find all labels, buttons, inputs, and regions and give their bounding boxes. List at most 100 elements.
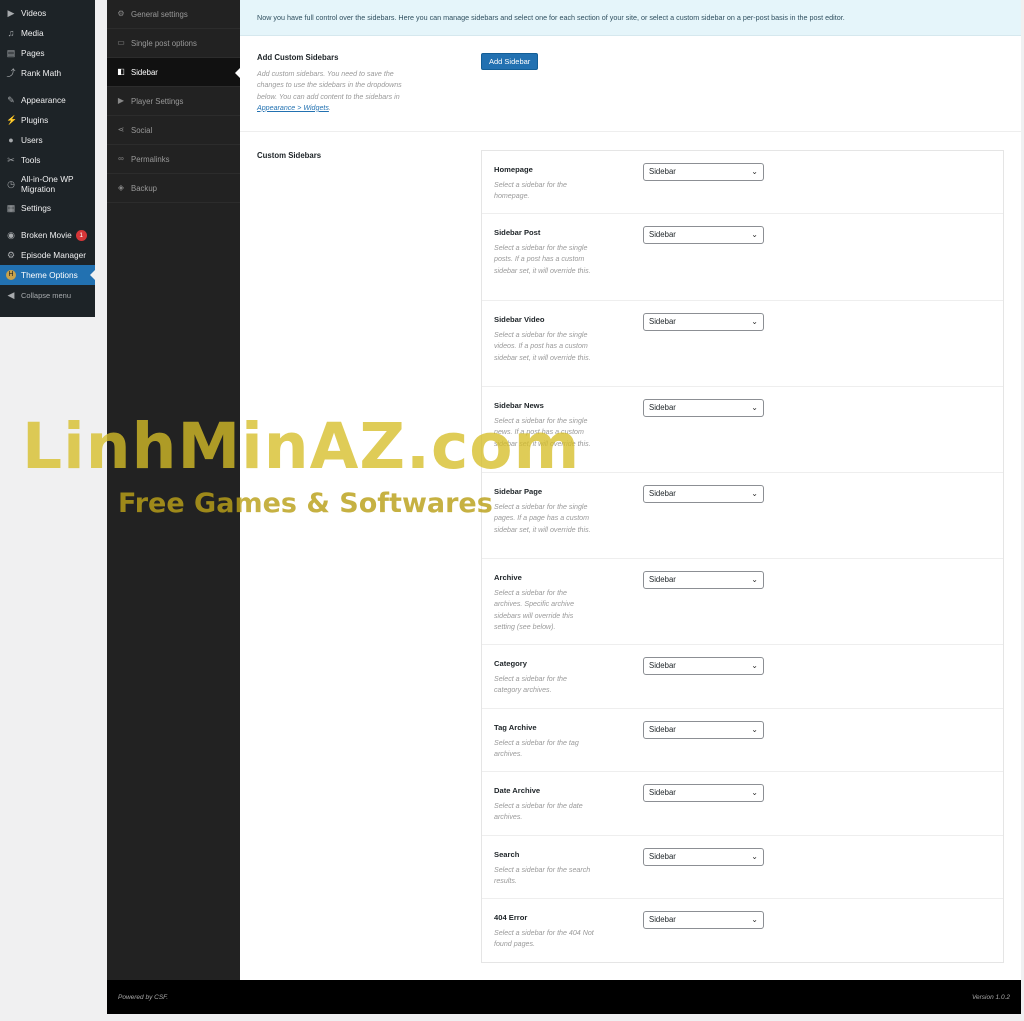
- sidebar-row-tag-archive: Tag Archive Select a sidebar for the tag…: [482, 709, 1003, 772]
- menu-item-videos[interactable]: ▶ Videos: [0, 3, 95, 23]
- tag-archive-sidebar-select[interactable]: Sidebar ⌄: [643, 721, 764, 739]
- search-sidebar-select[interactable]: Sidebar ⌄: [643, 848, 764, 866]
- nav-item-permalinks[interactable]: ∞ Permalinks: [107, 145, 240, 174]
- shield-icon: ◈: [117, 183, 125, 192]
- appearance-icon: ✎: [7, 95, 15, 105]
- custom-sidebars-list: Homepage Select a sidebar for the homepa…: [481, 150, 1004, 963]
- menu-item-plugins[interactable]: ⚡ Plugins: [0, 110, 95, 130]
- row-description: Select a sidebar for the single posts. I…: [494, 244, 591, 275]
- sidebar-page-select[interactable]: Sidebar ⌄: [643, 485, 764, 503]
- row-description: Select a sidebar for the category archiv…: [494, 675, 567, 695]
- row-title: Archive: [494, 573, 522, 582]
- wp-admin-menu: ▶ Videos ♫ Media ▤ Pages ⤴ Rank Math ✎ Appear…: [0, 0, 95, 317]
- sidebar-row-homepage: Homepage Select a sidebar for the homepa…: [482, 151, 1003, 214]
- settings-icon: ▦: [6, 203, 16, 213]
- menu-item-media[interactable]: ♫ Media: [0, 23, 95, 43]
- nav-item-backup[interactable]: ◈ Backup: [107, 174, 240, 203]
- sidebar-post-select[interactable]: Sidebar ⌄: [643, 226, 764, 244]
- sidebar-news-select[interactable]: Sidebar ⌄: [643, 399, 764, 417]
- theme-options-panel: ⚙ General settings ▭ Single post options ◧…: [107, 0, 1021, 1014]
- sidebar-row-category: Category Select a sidebar for the catego…: [482, 645, 1003, 709]
- media-icon: ♫: [7, 28, 15, 38]
- pages-icon: ▤: [6, 48, 16, 58]
- row-title: Sidebar Video: [494, 315, 545, 324]
- nav-item-single-post-options[interactable]: ▭ Single post options: [107, 29, 240, 58]
- row-title: Date Archive: [494, 786, 541, 795]
- sidebar-row-post: Sidebar Post Select a sidebar for the si…: [482, 214, 1003, 301]
- chevron-down-icon: ⌄: [751, 167, 758, 176]
- add-custom-sidebars-section: Add Custom Sidebars Add custom sidebars.…: [240, 37, 1021, 132]
- row-title: Category: [494, 659, 527, 668]
- chevron-down-icon: ⌄: [751, 725, 758, 734]
- chevron-down-icon: ⌄: [751, 575, 758, 584]
- share-icon: ⋖: [117, 125, 125, 134]
- row-description: Select a sidebar for the date archives.: [494, 802, 583, 822]
- add-sidebar-button[interactable]: Add Sidebar: [481, 53, 539, 70]
- nav-item-social[interactable]: ⋖ Social: [107, 116, 240, 145]
- chevron-down-icon: ⌄: [751, 317, 758, 326]
- row-title: Tag Archive: [494, 723, 537, 732]
- menu-item-label: Episode Manager: [21, 250, 87, 260]
- nav-item-general-settings[interactable]: ⚙ General settings: [107, 0, 240, 29]
- menu-item-settings[interactable]: ▦ Settings: [0, 198, 95, 218]
- collapse-menu-button[interactable]: ◀ Collapse menu: [0, 285, 95, 305]
- sidebar-video-select[interactable]: Sidebar ⌄: [643, 313, 764, 331]
- menu-item-label: Videos: [21, 8, 47, 18]
- archive-sidebar-select[interactable]: Sidebar ⌄: [643, 571, 764, 589]
- row-title: Search: [494, 850, 520, 859]
- menu-item-label: Media: [21, 28, 44, 38]
- custom-sidebars-label: Custom Sidebars: [257, 151, 322, 160]
- row-description: Select a sidebar for the single videos. …: [494, 331, 591, 362]
- nav-item-player-settings[interactable]: ▶ Player Settings: [107, 87, 240, 116]
- nav-item-label: Sidebar: [131, 67, 158, 77]
- menu-item-label: All-in-One WP Migration: [21, 174, 74, 194]
- broken-movie-icon: ◉: [7, 230, 15, 240]
- chevron-down-icon: ⌄: [751, 403, 758, 412]
- menu-item-broken-movie[interactable]: ◉ Broken Movie 1: [0, 225, 95, 245]
- row-description: Select a sidebar for the single news. If…: [494, 417, 591, 448]
- options-nav: ⚙ General settings ▭ Single post options ◧…: [107, 0, 240, 980]
- menu-item-label: Users: [21, 135, 43, 145]
- 404-sidebar-select[interactable]: Sidebar ⌄: [643, 911, 764, 929]
- row-title: Sidebar Page: [494, 487, 543, 496]
- menu-item-users[interactable]: ● Users: [0, 130, 95, 150]
- menu-item-migration[interactable]: ◷ All-in-One WP Migration: [0, 170, 95, 198]
- info-notice: Now you have full control over the sideb…: [240, 0, 1021, 36]
- row-title: Sidebar Post: [494, 228, 541, 237]
- sidebar-row-archive: Archive Select a sidebar for the archive…: [482, 559, 1003, 645]
- player-icon: ▶: [117, 96, 125, 105]
- sidebar-row-404: 404 Error Select a sidebar for the 404 N…: [482, 899, 1003, 962]
- sidebar-row-search: Search Select a sidebar for the search r…: [482, 836, 1003, 899]
- row-title: Sidebar News: [494, 401, 544, 410]
- gear-icon: ⚙: [117, 9, 125, 18]
- version-text: Version 1.0.2: [971, 994, 1010, 1001]
- menu-item-pages[interactable]: ▤ Pages: [0, 43, 95, 63]
- menu-item-appearance[interactable]: ✎ Appearance: [0, 90, 95, 110]
- sidebar-row-news: Sidebar News Select a sidebar for the si…: [482, 387, 1003, 473]
- chevron-down-icon: ⌄: [751, 230, 758, 239]
- row-description: Select a sidebar for the single pages. I…: [494, 503, 591, 534]
- nav-item-label: Social: [131, 125, 153, 135]
- theme-options-icon: H: [6, 270, 16, 280]
- add-custom-sidebars-label: Add Custom Sidebars: [257, 53, 339, 62]
- menu-item-theme-options[interactable]: H Theme Options: [0, 265, 95, 285]
- menu-item-label: Plugins: [21, 115, 49, 125]
- category-sidebar-select[interactable]: Sidebar ⌄: [643, 657, 764, 675]
- nav-item-sidebar[interactable]: ◧ Sidebar: [107, 58, 240, 87]
- row-description: Select a sidebar for the homepage.: [494, 181, 567, 201]
- sidebar-row-page: Sidebar Page Select a sidebar for the si…: [482, 473, 1003, 559]
- row-title: Homepage: [494, 165, 533, 174]
- appearance-widgets-link[interactable]: Appearance > Widgets: [257, 104, 329, 112]
- date-archive-sidebar-select[interactable]: Sidebar ⌄: [643, 784, 764, 802]
- options-footer: Powered by CSF. Version 1.0.2: [107, 980, 1021, 1014]
- homepage-sidebar-select[interactable]: Sidebar ⌄: [643, 163, 764, 181]
- menu-item-label: Tools: [21, 155, 41, 165]
- chevron-down-icon: ⌄: [751, 915, 758, 924]
- menu-item-rank-math[interactable]: ⤴ Rank Math: [0, 63, 95, 83]
- row-description: Select a sidebar for the tag archives.: [494, 739, 579, 759]
- migration-icon: ◷: [7, 179, 15, 189]
- sidebar-row-video: Sidebar Video Select a sidebar for the s…: [482, 301, 1003, 387]
- menu-item-tools[interactable]: ✂ Tools: [0, 150, 95, 170]
- menu-item-episode-manager[interactable]: ⚙ Episode Manager: [0, 245, 95, 265]
- plugins-icon: ⚡: [6, 115, 18, 125]
